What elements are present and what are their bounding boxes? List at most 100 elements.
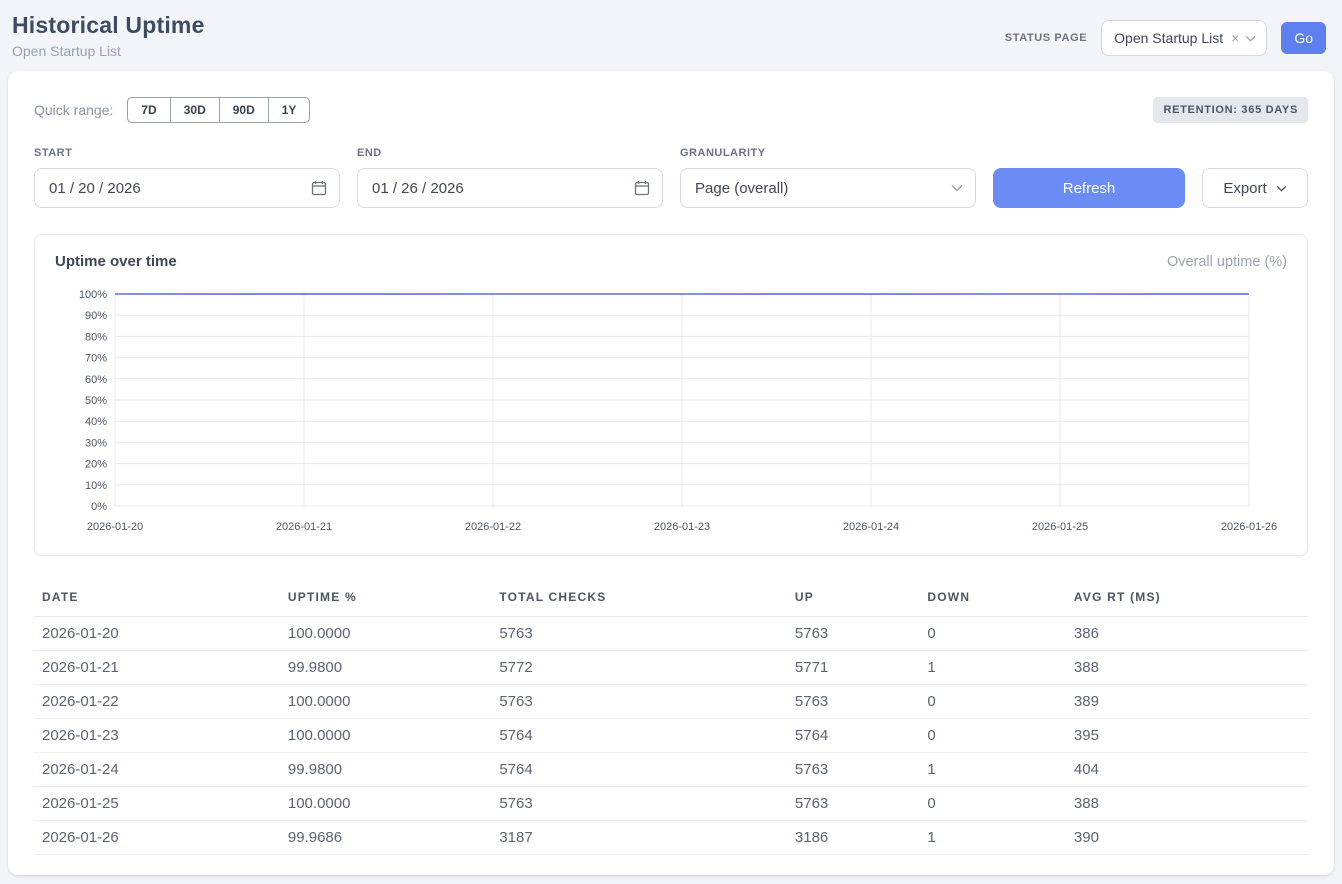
table-cell: 2026-01-20 <box>34 617 280 651</box>
clear-icon[interactable]: × <box>1231 30 1239 46</box>
go-button[interactable]: Go <box>1281 22 1326 54</box>
table-cell: 388 <box>1066 787 1308 821</box>
main-card: Quick range: 7D30D90D1Y RETENTION: 365 D… <box>8 71 1334 875</box>
table-row: 2026-01-2699.9686318731861390 <box>34 821 1308 855</box>
table-cell: 2026-01-22 <box>34 685 280 719</box>
header-right: STATUS PAGE Open Startup List × Go <box>1005 20 1326 56</box>
table-cell: 1 <box>919 753 1066 787</box>
table-cell: 5763 <box>787 685 919 719</box>
table-body: 2026-01-20100.00005763576303862026-01-21… <box>34 617 1308 855</box>
table-row: 2026-01-23100.0000576457640395 <box>34 719 1308 753</box>
table-cell: 5763 <box>491 617 787 651</box>
column-header: TOTAL CHECKS <box>491 580 787 617</box>
quick-range-group: 7D30D90D1Y <box>127 97 310 123</box>
y-axis-tick-label: 50% <box>85 395 107 407</box>
uptime-table: DATEUPTIME %TOTAL CHECKSUPDOWNAVG RT (MS… <box>34 580 1308 855</box>
column-header: DATE <box>34 580 280 617</box>
y-axis-tick-label: 20% <box>85 459 107 471</box>
table-row: 2026-01-25100.0000576357630388 <box>34 787 1308 821</box>
table-cell: 389 <box>1066 685 1308 719</box>
x-axis-tick-label: 2026-01-24 <box>843 521 899 533</box>
export-button[interactable]: Export <box>1202 168 1308 208</box>
status-page-value: Open Startup List <box>1114 30 1223 46</box>
calendar-icon[interactable] <box>634 180 650 196</box>
table-cell: 404 <box>1066 753 1308 787</box>
table-cell: 100.0000 <box>280 719 491 753</box>
x-axis-tick-label: 2026-01-25 <box>1032 521 1088 533</box>
chart-title: Uptime over time <box>55 253 177 270</box>
table-cell: 5763 <box>491 685 787 719</box>
table-cell: 1 <box>919 821 1066 855</box>
table-cell: 100.0000 <box>280 685 491 719</box>
y-axis-tick-label: 70% <box>85 353 107 365</box>
chevron-down-icon <box>1245 35 1256 42</box>
table-row: 2026-01-2199.9800577257711388 <box>34 651 1308 685</box>
start-date-input[interactable]: 01 / 20 / 2026 <box>34 168 340 208</box>
y-axis-tick-label: 10% <box>85 480 107 492</box>
quick-range-label: Quick range: <box>34 102 113 118</box>
refresh-button[interactable]: Refresh <box>993 168 1185 208</box>
retention-badge: RETENTION: 365 DAYS <box>1153 97 1308 123</box>
table-cell: 99.9686 <box>280 821 491 855</box>
y-axis-tick-label: 90% <box>85 310 107 322</box>
x-axis-tick-label: 2026-01-20 <box>87 521 143 533</box>
end-date-value: 01 / 26 / 2026 <box>372 180 464 197</box>
table-cell: 2026-01-23 <box>34 719 280 753</box>
status-page-label: STATUS PAGE <box>1005 32 1087 44</box>
end-label: END <box>357 147 663 159</box>
quick-range-7d-button[interactable]: 7D <box>127 97 170 123</box>
table-cell: 388 <box>1066 651 1308 685</box>
table-cell: 0 <box>919 787 1066 821</box>
y-axis-tick-label: 100% <box>79 289 107 301</box>
y-axis-tick-label: 80% <box>85 331 107 343</box>
title-block: Historical Uptime Open Startup List <box>12 12 205 59</box>
chart-card: Uptime over time Overall uptime (%) 0%10… <box>34 234 1308 556</box>
x-axis-tick-label: 2026-01-26 <box>1221 521 1277 533</box>
quick-range-row: Quick range: 7D30D90D1Y RETENTION: 365 D… <box>34 97 1308 123</box>
table-cell: 395 <box>1066 719 1308 753</box>
table-cell: 5772 <box>491 651 787 685</box>
table-cell: 5763 <box>787 617 919 651</box>
x-axis-tick-label: 2026-01-21 <box>276 521 332 533</box>
quick-range-1y-button[interactable]: 1Y <box>268 97 311 123</box>
column-header: AVG RT (MS) <box>1066 580 1308 617</box>
start-date-field: START 01 / 20 / 2026 <box>34 147 340 208</box>
fields-row: START 01 / 20 / 2026 END 01 / 26 / 2026 <box>34 147 1308 208</box>
table-row: 2026-01-22100.0000576357630389 <box>34 685 1308 719</box>
granularity-label: GRANULARITY <box>680 147 976 159</box>
uptime-line-chart: 0%10%20%30%40%50%60%70%80%90%100%2026-01… <box>55 284 1287 536</box>
page-title: Historical Uptime <box>12 12 205 39</box>
table-header: DATEUPTIME %TOTAL CHECKSUPDOWNAVG RT (MS… <box>34 580 1308 617</box>
table-cell: 5764 <box>491 719 787 753</box>
table-cell: 1 <box>919 651 1066 685</box>
granularity-select[interactable]: Page (overall) <box>680 168 976 208</box>
end-date-input[interactable]: 01 / 26 / 2026 <box>357 168 663 208</box>
table-cell: 3187 <box>491 821 787 855</box>
chart-header: Uptime over time Overall uptime (%) <box>55 253 1287 270</box>
table-cell: 5763 <box>787 787 919 821</box>
chevron-down-icon <box>1276 185 1287 192</box>
table-row: 2026-01-2499.9800576457631404 <box>34 753 1308 787</box>
y-axis-tick-label: 40% <box>85 416 107 428</box>
table-cell: 0 <box>919 719 1066 753</box>
granularity-value: Page (overall) <box>695 180 788 197</box>
start-date-value: 01 / 20 / 2026 <box>49 180 141 197</box>
x-axis-tick-label: 2026-01-22 <box>465 521 521 533</box>
table-cell: 5764 <box>491 753 787 787</box>
x-axis-tick-label: 2026-01-23 <box>654 521 710 533</box>
end-date-field: END 01 / 26 / 2026 <box>357 147 663 208</box>
calendar-icon[interactable] <box>311 180 327 196</box>
table-cell: 2026-01-24 <box>34 753 280 787</box>
table-cell: 100.0000 <box>280 617 491 651</box>
table-cell: 0 <box>919 617 1066 651</box>
quick-range-90d-button[interactable]: 90D <box>219 97 269 123</box>
page-subtitle: Open Startup List <box>12 43 205 59</box>
table-cell: 100.0000 <box>280 787 491 821</box>
chevron-down-icon <box>951 184 963 192</box>
status-page-select[interactable]: Open Startup List × <box>1101 20 1267 56</box>
table-cell: 5764 <box>787 719 919 753</box>
quick-range-30d-button[interactable]: 30D <box>170 97 220 123</box>
table-cell: 0 <box>919 685 1066 719</box>
table-cell: 3186 <box>787 821 919 855</box>
table-cell: 5763 <box>787 753 919 787</box>
